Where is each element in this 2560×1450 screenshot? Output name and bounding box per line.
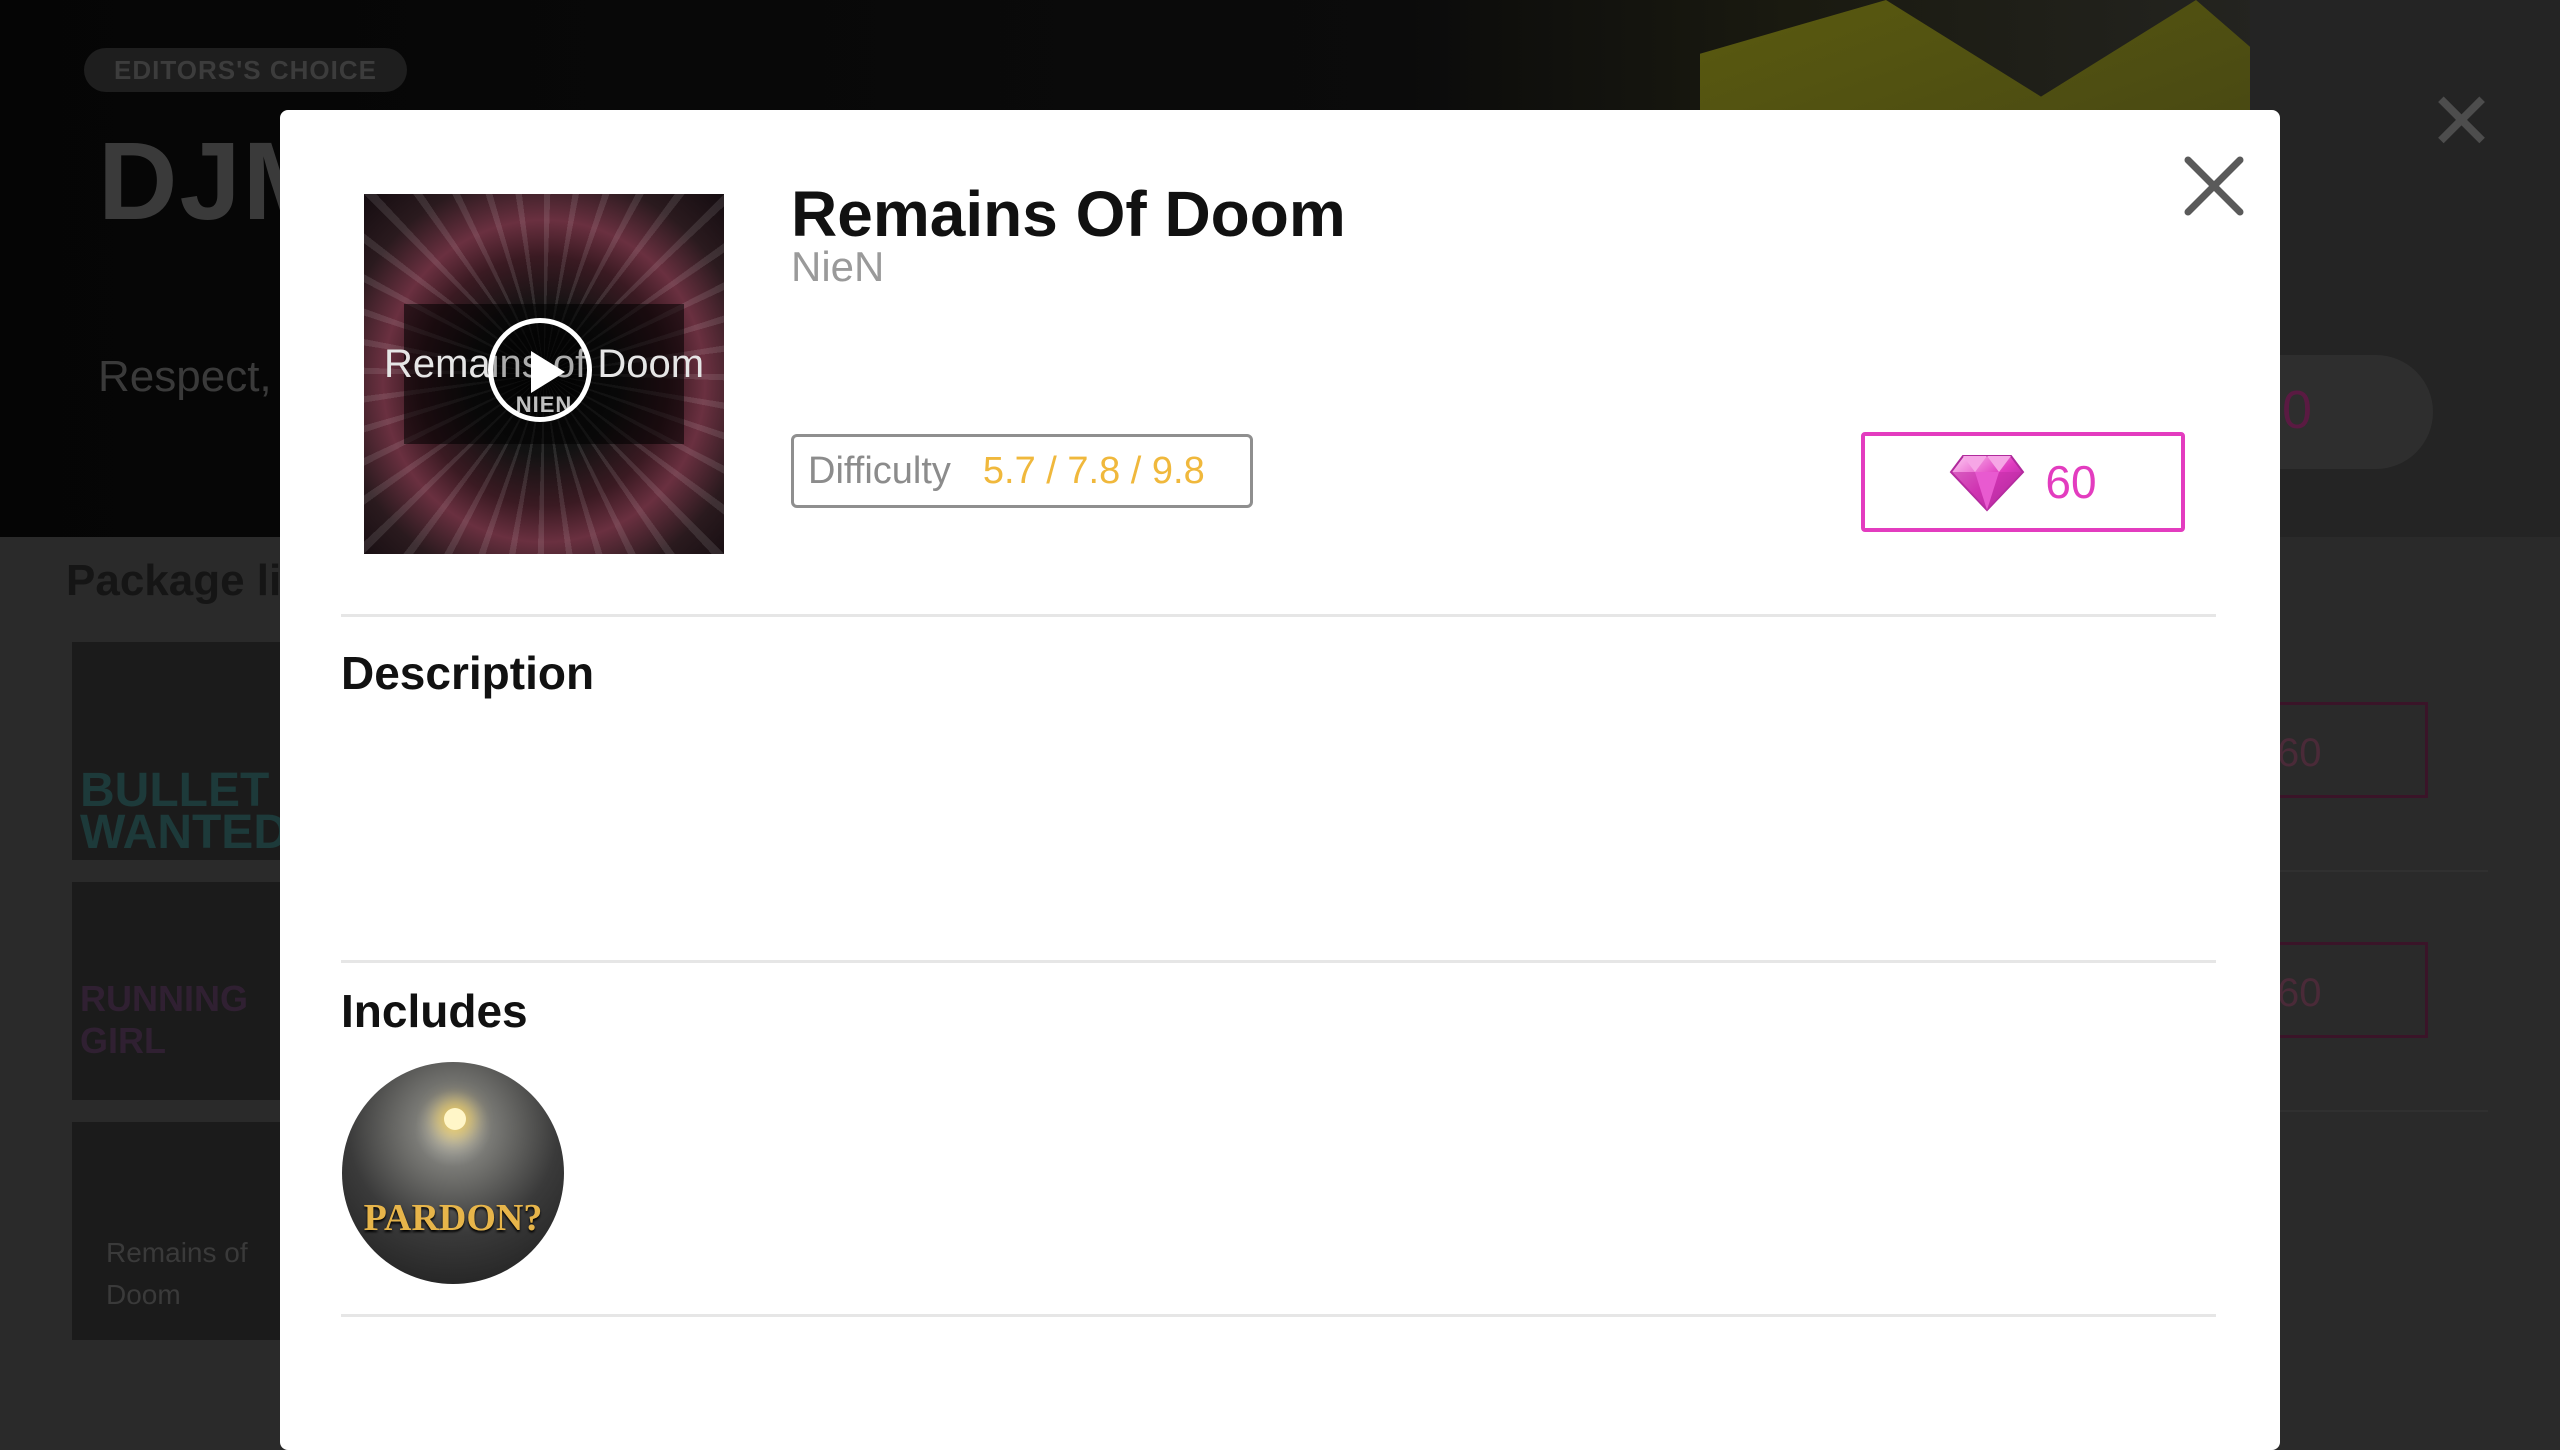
purchase-button[interactable]: 60 [1861, 432, 2185, 532]
play-icon [531, 351, 565, 393]
background-thumb-text: BULLET WANTED [80, 764, 282, 859]
background-package-thumb: RUNNING GIRL [72, 882, 282, 1100]
difficulty-values: 5.7 / 7.8 / 9.8 [982, 449, 1205, 492]
price-value: 60 [2045, 456, 2097, 508]
background-section-title: Package li [66, 556, 282, 605]
included-song-art [444, 1108, 466, 1130]
background-package-thumb: BULLET WANTED [72, 642, 282, 860]
artist-name: NieN [791, 243, 885, 290]
background-subtitle: Respect, [98, 352, 272, 401]
difficulty-box: Difficulty 5.7 / 7.8 / 9.8 [791, 434, 1253, 508]
play-preview-button[interactable] [488, 318, 592, 422]
difficulty-label: Difficulty [808, 449, 951, 492]
background-package-thumb: Remains of Doom [72, 1122, 282, 1340]
divider [341, 614, 2216, 617]
editors-choice-badge: EDITORS'S CHOICE [84, 48, 407, 92]
divider [341, 1314, 2216, 1317]
background-thumb-text: RUNNING GIRL [80, 978, 248, 1061]
background-price-pill-value: 0 [2282, 380, 2313, 440]
divider [341, 960, 2216, 963]
album-cover: Remains of Doom NIEN [364, 194, 724, 554]
background-thumb-text: Remains of Doom [106, 1237, 248, 1310]
description-heading: Description [341, 647, 595, 699]
close-icon[interactable] [2178, 150, 2250, 222]
gem-icon [1950, 455, 2025, 512]
background-close-icon: ✕ [2428, 77, 2496, 166]
included-song-pardon[interactable]: PARDON? [342, 1062, 564, 1284]
includes-heading: Includes [341, 985, 528, 1037]
song-detail-modal: Remains of Doom NIEN Remains Of Doom Nie… [280, 110, 2280, 1450]
included-song-label: PARDON? [363, 1197, 543, 1239]
